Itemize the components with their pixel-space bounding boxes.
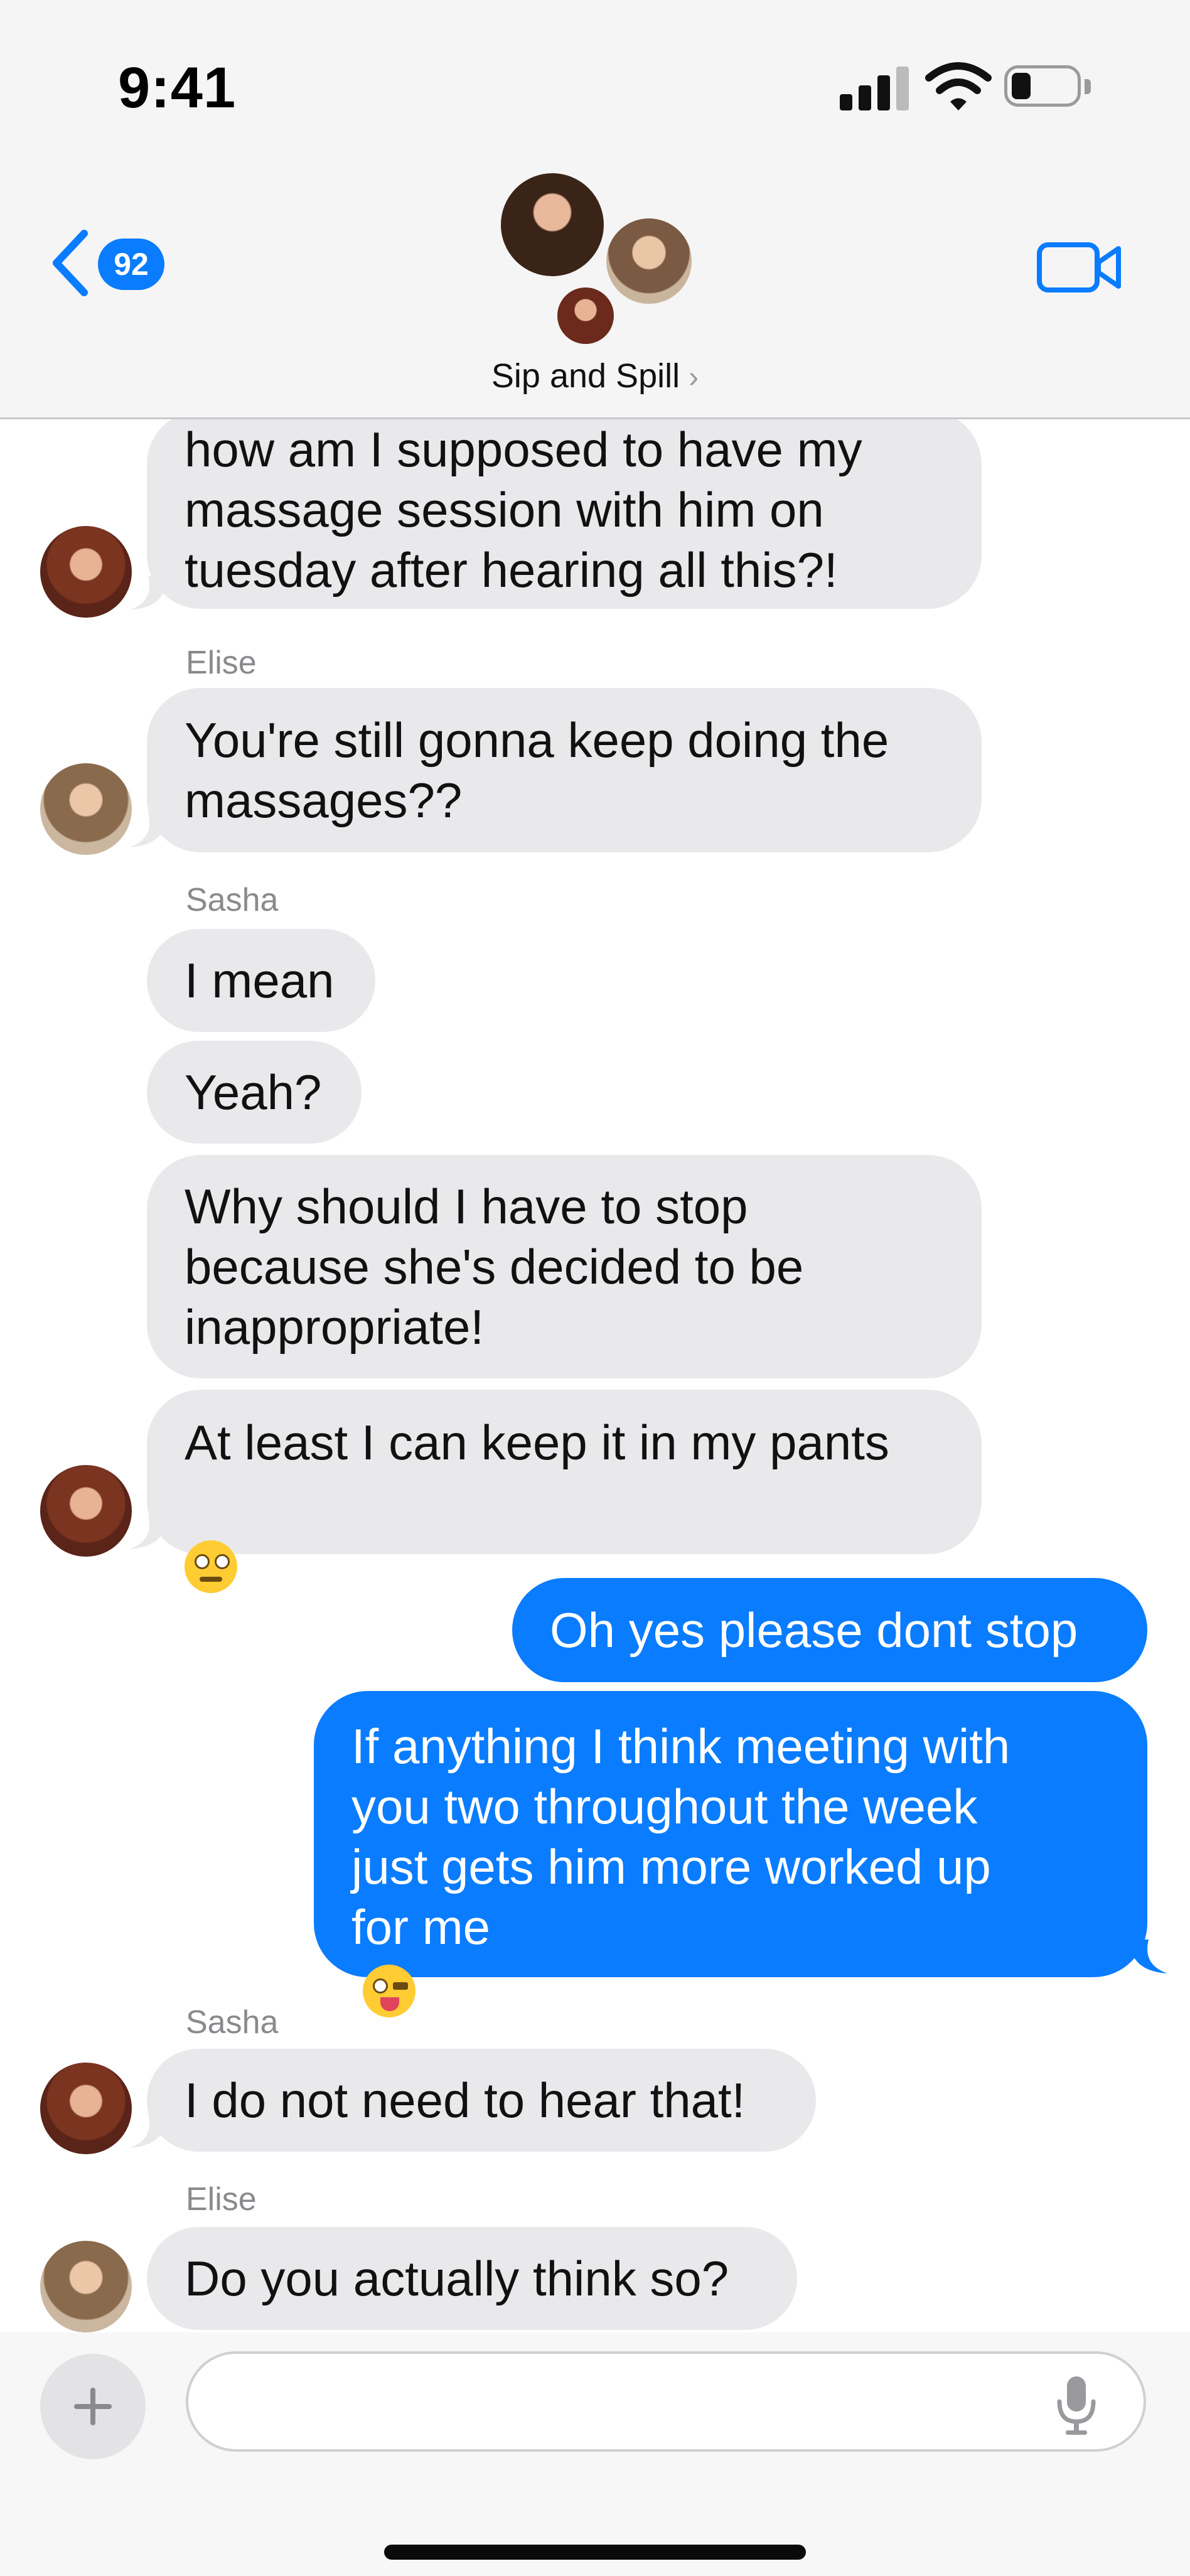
message-bubble[interactable]: how am I supposed to have my massage ses… [147, 419, 982, 609]
message-text: At least I can keep it in my pants [185, 1412, 889, 1594]
avatar[interactable] [40, 1465, 132, 1557]
group-name-label: Sip and Spill [491, 357, 680, 395]
message-text-content: At least I can keep it in my pants [185, 1415, 889, 1470]
message-bubble[interactable]: You're still gonna keep doing the massag… [147, 688, 982, 852]
message-thread[interactable]: how am I supposed to have my massage ses… [0, 419, 1190, 2332]
bubble-tail [129, 576, 167, 610]
message-bubble[interactable]: At least I can keep it in my pants [147, 1390, 982, 1594]
avatar[interactable] [40, 2063, 132, 2154]
avatar[interactable] [40, 763, 132, 855]
message-text: If anything I think meeting with you two… [351, 1716, 1010, 2018]
battery-icon [1004, 65, 1092, 109]
status-time: 9:41 [118, 56, 237, 120]
message-bubble[interactable]: Yeah? [147, 1041, 362, 1144]
sender-name: Elise [186, 2181, 257, 2218]
home-indicator [384, 2545, 806, 2560]
message-bubble[interactable]: Why should I have to stop because she's … [147, 1155, 982, 1378]
back-button[interactable]: 92 [48, 225, 173, 300]
bubble-tail [129, 813, 167, 847]
avatar[interactable] [40, 2241, 132, 2332]
avatar [497, 169, 608, 280]
composer-bar [0, 2332, 1190, 2576]
sender-name: Sasha [186, 2004, 279, 2041]
winking-tongue-emoji [363, 1965, 415, 2018]
unread-count-badge: 92 [98, 239, 164, 290]
bubble-tail [129, 1515, 167, 1549]
wifi-icon [925, 62, 992, 110]
message-input[interactable] [186, 2351, 1146, 2452]
group-avatar-cluster[interactable] [496, 169, 703, 358]
microphone-icon[interactable] [1054, 2374, 1098, 2437]
bubble-tail [1130, 1940, 1167, 1973]
eye-roll-emoji [185, 1540, 237, 1594]
message-bubble[interactable]: Do you actually think so? [147, 2227, 797, 2330]
back-chevron-icon [53, 230, 88, 296]
sender-name: Elise [186, 645, 257, 681]
avatar [554, 284, 618, 348]
conversation-header: 92 Sip and Spill › [0, 157, 1190, 419]
group-name[interactable]: Sip and Spill › [0, 357, 1190, 395]
signal-icon [840, 67, 909, 110]
chevron-right-icon: › [689, 361, 699, 394]
status-bar: 9:41 [0, 0, 1190, 157]
avatar[interactable] [40, 526, 132, 618]
message-bubble[interactable]: I do not need to hear that! [147, 2049, 816, 2152]
sender-name: Sasha [186, 882, 279, 918]
message-text-content: If anything I think meeting with you two… [351, 1719, 1010, 1955]
video-camera-icon[interactable] [1036, 236, 1123, 296]
message-bubble[interactable]: Oh yes please dont stop [512, 1578, 1147, 1682]
message-bubble[interactable]: If anything I think meeting with you two… [314, 1691, 1147, 2018]
bubble-tail [129, 2114, 167, 2148]
plus-icon[interactable] [40, 2354, 146, 2459]
avatar [603, 215, 695, 308]
message-bubble[interactable]: I mean [147, 929, 375, 1032]
